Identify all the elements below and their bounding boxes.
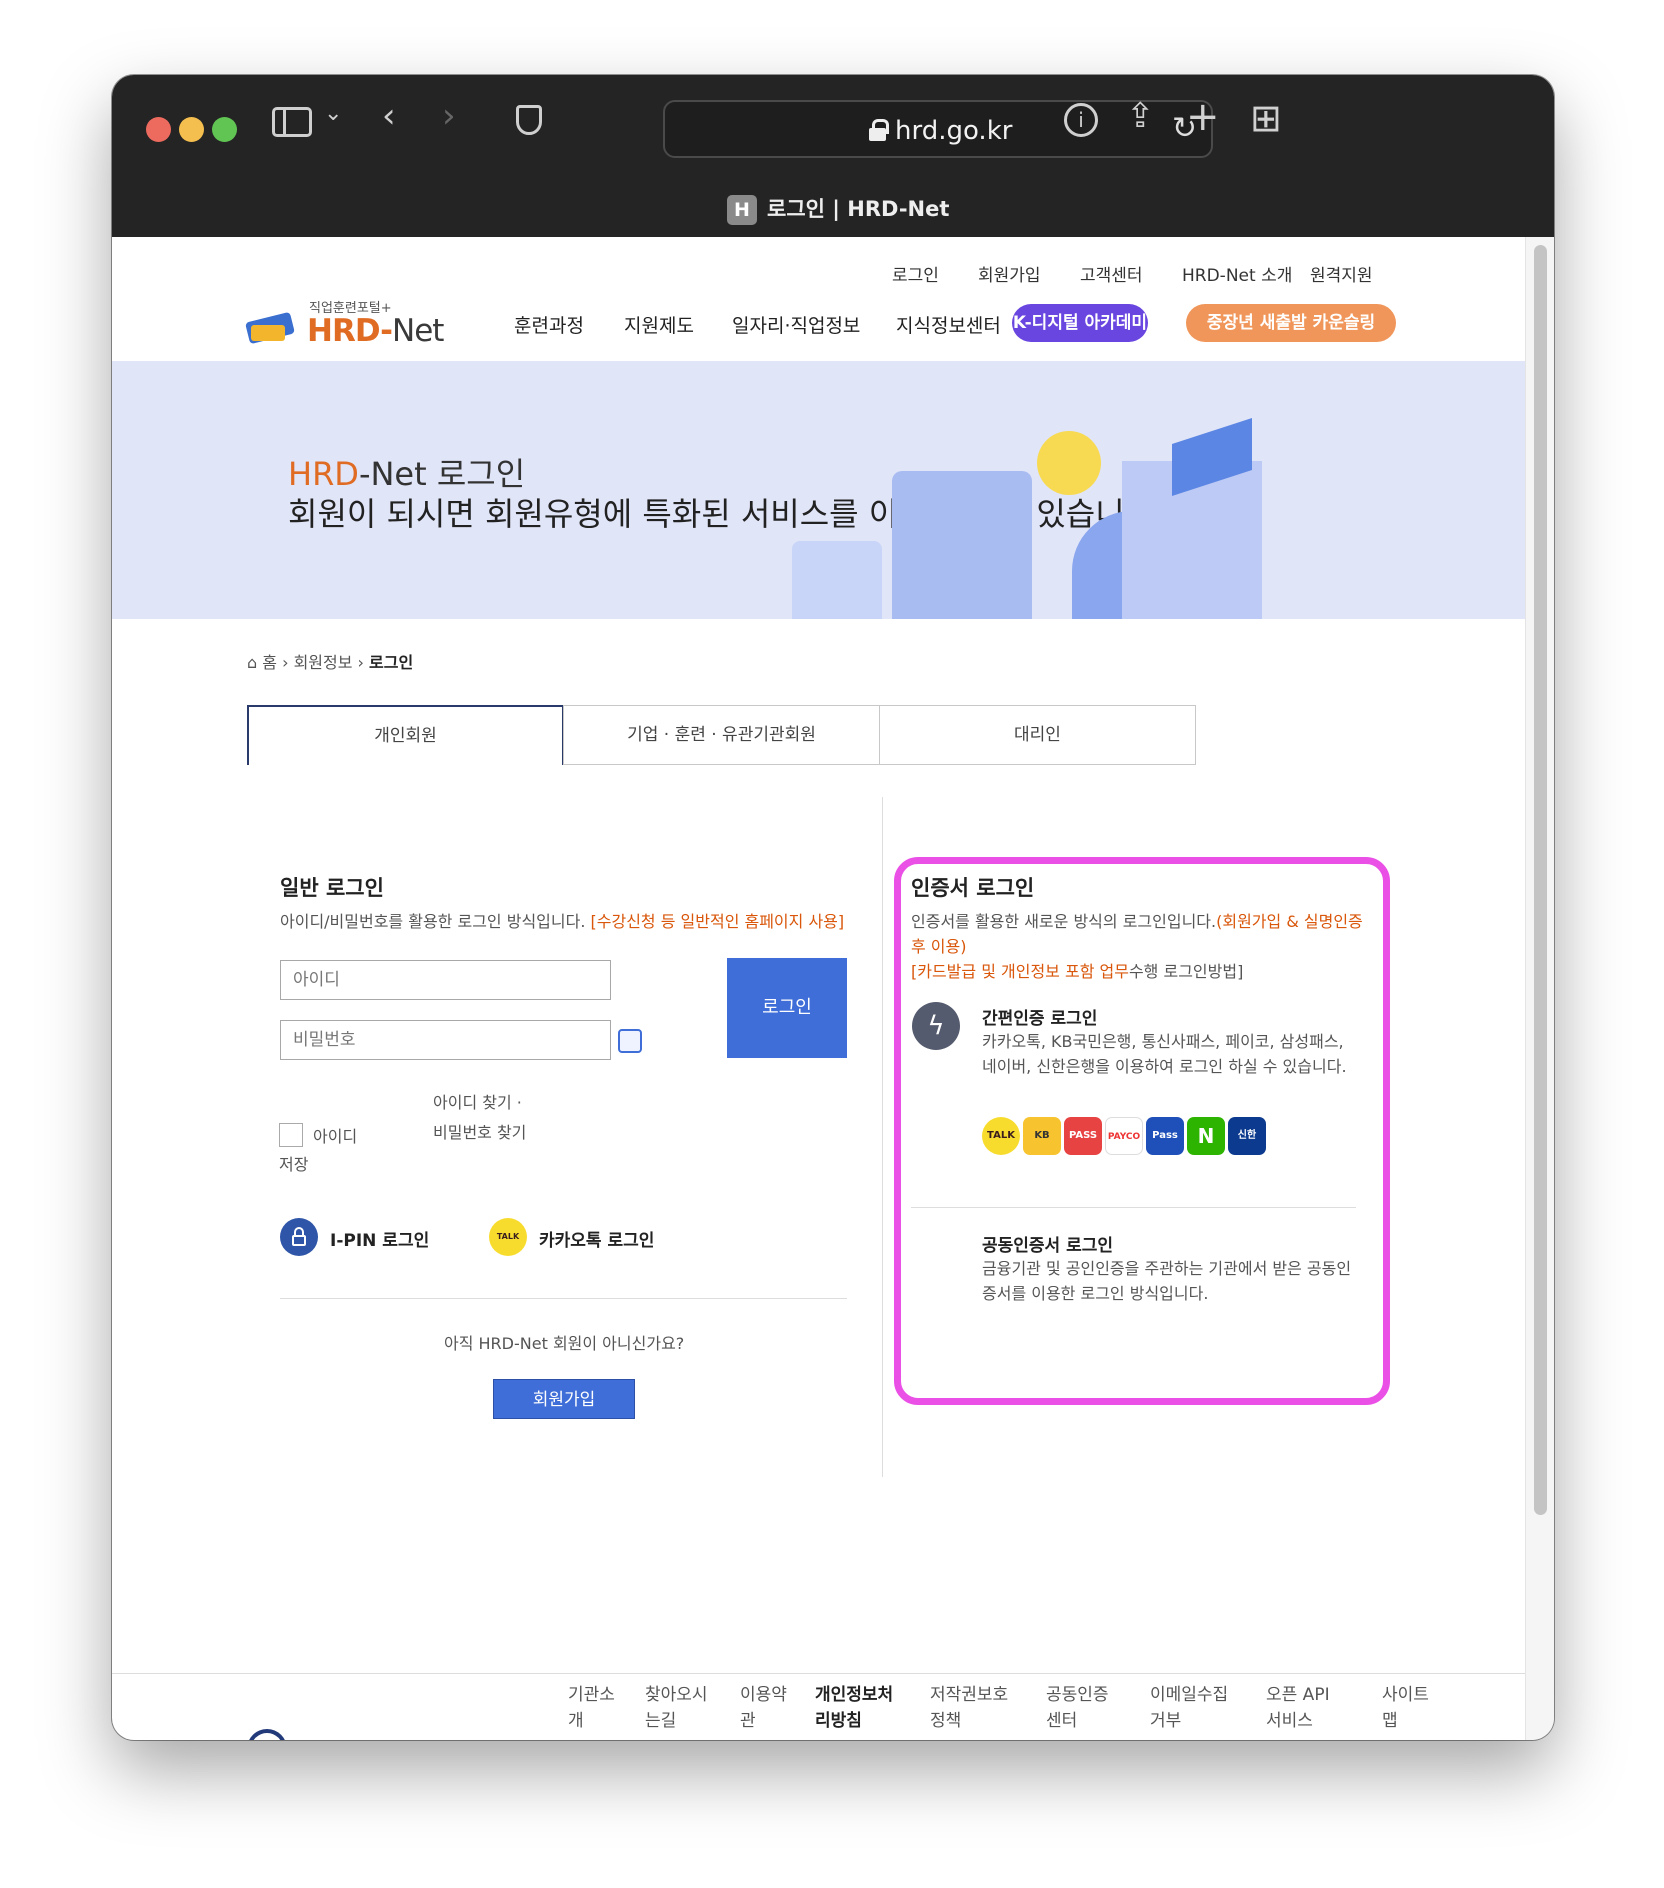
footer-logo [247, 1729, 287, 1740]
zoom-window-button[interactable] [212, 117, 237, 142]
kakao-talk-icon[interactable]: TALK [489, 1218, 527, 1256]
k-digital-academy-button[interactable]: K-디지털 아카데미 [1012, 304, 1148, 342]
ipin-login-link[interactable]: I-PIN 로그인 [330, 1226, 429, 1251]
breadcrumb-home[interactable]: 홈 [262, 653, 277, 672]
site-logo[interactable]: HRD-Net [307, 313, 444, 349]
member-type-tabs: 개인회원 기업 · 훈련 · 유관기관회원 대리인 [247, 705, 1388, 765]
home-icon[interactable]: ⌂ [247, 653, 262, 672]
illustration-image [792, 401, 1262, 619]
lock-icon[interactable] [280, 1218, 318, 1256]
web-page: 로그인 회원가입 고객센터 HRD-Net 소개 원격지원 직업훈련포털+ HR… [112, 237, 1525, 1740]
virtual-keyboard-icon[interactable] [618, 1029, 642, 1053]
util-about[interactable]: HRD-Net 소개 [1182, 261, 1292, 286]
login-button[interactable]: 로그인 [727, 958, 847, 1058]
scrollbar-thumb[interactable] [1534, 245, 1547, 1515]
footer-divider [112, 1673, 1525, 1674]
column-divider [882, 797, 883, 1477]
hero-banner: HRD-Net 로그인 회원이 되시면 회원유형에 특화된 서비스를 이용하실 … [112, 361, 1525, 619]
footer-directions[interactable]: 찾아오시는길 [645, 1682, 719, 1734]
breadcrumb: ⌂ 홈 › 회원정보 › 로그인 [247, 653, 414, 672]
site-logo-icon[interactable] [245, 307, 297, 345]
back-icon[interactable]: ‹ [382, 99, 396, 133]
id-input[interactable]: 아이디 [280, 960, 611, 1000]
find-password-link[interactable]: 비밀번호 찾기 [433, 1119, 526, 1143]
new-tab-icon[interactable]: + [1186, 97, 1220, 137]
save-id-label: 아이디 [313, 1127, 358, 1146]
scrollbar[interactable] [1525, 237, 1554, 1740]
footer-copyright[interactable]: 저작권보호정책 [930, 1682, 1010, 1734]
footer-terms[interactable]: 이용약관 [740, 1682, 790, 1734]
general-login-desc: 아이디/비밀번호를 활용한 로그인 방식입니다. [수강신청 등 일반적인 홈페… [280, 912, 845, 931]
tab-overview-icon[interactable]: ⊞ [1250, 99, 1282, 137]
kakao-login-link[interactable]: 카카오톡 로그인 [539, 1226, 654, 1251]
logo-text-main: HRD- [307, 313, 393, 349]
util-support[interactable]: 고객센터 [1080, 261, 1143, 286]
browser-tab[interactable]: H 로그인 | HRD-Net [727, 193, 949, 225]
browser-toolbar: ⌄ ‹ › hrd.go.kr ↻ i ⇪ + ⊞ H 로그인 | HRD-Net [112, 75, 1554, 237]
url-text: hrd.go.kr [895, 116, 1013, 146]
footer-privacy[interactable]: 개인정보처리방침 [815, 1682, 905, 1734]
close-window-button[interactable] [146, 117, 171, 142]
footer-open-api[interactable]: 오픈 API 서비스 [1266, 1682, 1348, 1734]
midlife-counseling-button[interactable]: 중장년 새출발 카운슬링 [1186, 304, 1396, 342]
favicon: H [727, 195, 757, 225]
share-icon[interactable]: ⇪ [1126, 99, 1155, 133]
forward-icon[interactable]: › [442, 99, 456, 133]
footer-email[interactable]: 이메일수집거부 [1150, 1682, 1232, 1734]
not-member-text: 아직 HRD-Net 회원이 아니신가요? [444, 1334, 685, 1353]
footer-cert-center[interactable]: 공동인증센터 [1046, 1682, 1116, 1734]
info-icon[interactable]: i [1064, 103, 1098, 137]
lock-icon [869, 119, 889, 141]
general-login-title: 일반 로그인 [280, 876, 384, 900]
tab-personal[interactable]: 개인회원 [247, 705, 564, 765]
nav-knowledge[interactable]: 지식정보센터 [896, 311, 1001, 338]
find-id-link[interactable]: 아이디 찾기 · [433, 1089, 522, 1113]
tab-title: 로그인 | HRD-Net [767, 197, 950, 221]
nav-jobs[interactable]: 일자리·직업정보 [732, 311, 860, 338]
browser-window: ⌄ ‹ › hrd.go.kr ↻ i ⇪ + ⊞ H 로그인 | HRD-Net… [112, 75, 1554, 1740]
password-input[interactable]: 비밀번호 [280, 1020, 611, 1060]
nav-support[interactable]: 지원제도 [624, 311, 694, 338]
footer-about[interactable]: 기관소개 [568, 1682, 620, 1734]
join-button[interactable]: 회원가입 [493, 1379, 635, 1419]
util-login[interactable]: 로그인 [892, 261, 939, 286]
util-join[interactable]: 회원가입 [978, 261, 1041, 286]
save-id-checkbox[interactable] [279, 1123, 303, 1147]
sidebar-toggle-icon[interactable] [272, 107, 312, 137]
breadcrumb-current: 로그인 [369, 653, 414, 672]
tab-agent[interactable]: 대리인 [879, 705, 1196, 765]
chevron-down-icon[interactable]: ⌄ [324, 103, 342, 125]
shield-icon[interactable] [516, 105, 542, 135]
footer-sitemap[interactable]: 사이트맵 [1382, 1682, 1436, 1734]
minimize-window-button[interactable] [179, 117, 204, 142]
nav-courses[interactable]: 훈련과정 [514, 311, 584, 338]
divider [280, 1298, 847, 1299]
breadcrumb-member[interactable]: 회원정보 [294, 653, 353, 672]
logo-text-net: Net [392, 313, 444, 349]
highlight-annotation [894, 857, 1390, 1405]
save-id-label-2: 저장 [279, 1155, 309, 1174]
tab-corporate[interactable]: 기업 · 훈련 · 유관기관회원 [563, 705, 880, 765]
util-remote[interactable]: 원격지원 [1310, 261, 1373, 286]
